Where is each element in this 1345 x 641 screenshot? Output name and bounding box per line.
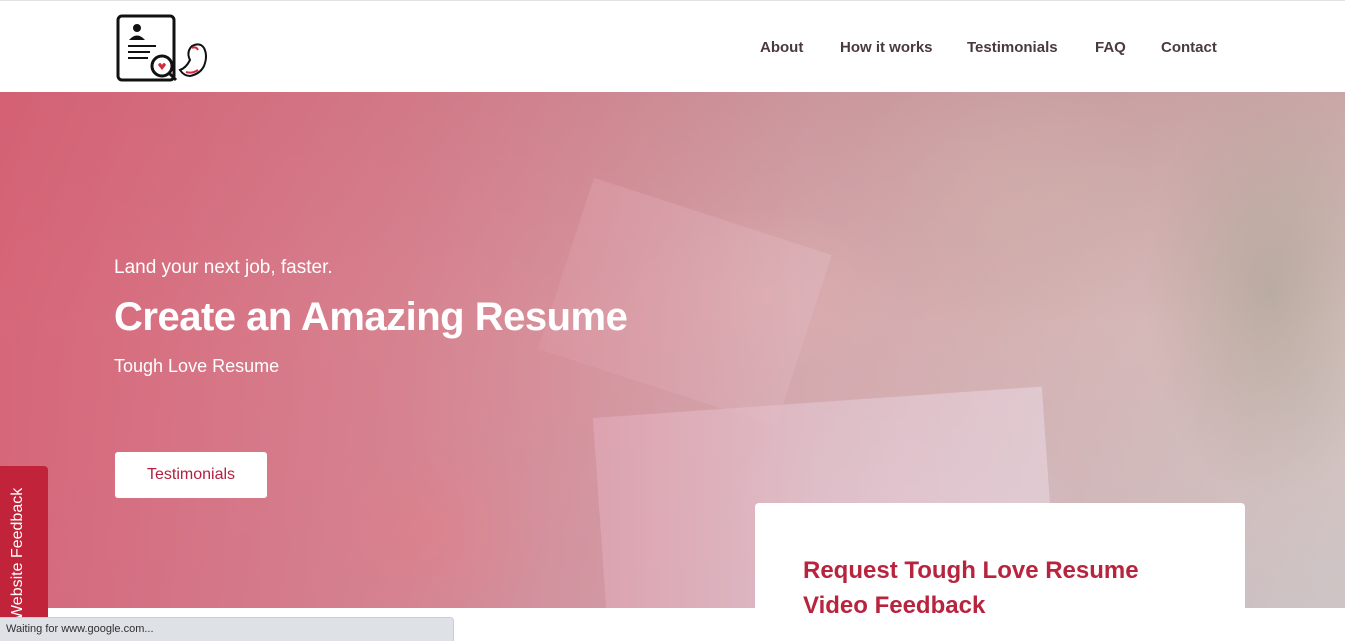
site-header: About How it works Testimonials FAQ Cont… xyxy=(0,4,1345,92)
nav-how-it-works[interactable]: How it works xyxy=(840,39,933,56)
hero-subtitle: Land your next job, faster. xyxy=(114,257,333,278)
page: About How it works Testimonials FAQ Cont… xyxy=(0,0,1345,641)
testimonials-button[interactable]: Testimonials xyxy=(115,452,267,498)
website-feedback-tab[interactable]: Website Feedback xyxy=(0,466,48,641)
nav-testimonials[interactable]: Testimonials xyxy=(967,39,1058,56)
nav-about[interactable]: About xyxy=(760,39,803,56)
hero-brand: Tough Love Resume xyxy=(114,356,280,376)
website-feedback-label: Website Feedback xyxy=(9,487,26,621)
card-title: Request Tough Love Resume Video Feedback xyxy=(803,557,1139,619)
hero-title: Create an Amazing Resume xyxy=(114,295,628,339)
main-nav: About How it works Testimonials FAQ Cont… xyxy=(0,4,1345,92)
nav-faq[interactable]: FAQ xyxy=(1095,39,1126,56)
nav-contact[interactable]: Contact xyxy=(1161,39,1217,56)
video-feedback-card: Request Tough Love Resume Video Feedback xyxy=(755,503,1245,641)
browser-status-bar: Waiting for www.google.com... xyxy=(0,617,454,641)
status-text: Waiting for www.google.com... xyxy=(6,623,154,635)
